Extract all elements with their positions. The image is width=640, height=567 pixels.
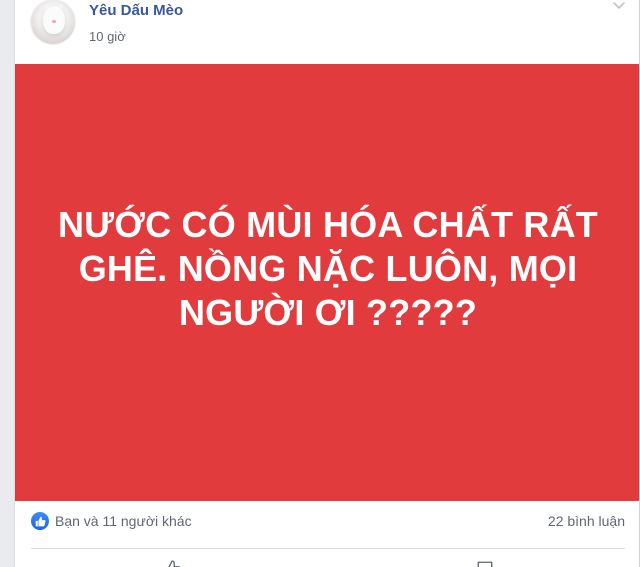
reactions-summary-text: Bạn và 11 người khác <box>55 513 192 529</box>
post-image-text: NƯỚC CÓ MÙI HÓA CHẤT RẤT GHÊ. NỒNG NẶC L… <box>57 203 598 333</box>
page-avatar[interactable] <box>31 0 75 44</box>
comment-count-link[interactable]: 22 bình luận <box>548 513 625 529</box>
reactions-summary[interactable]: Bạn và 11 người khác <box>31 512 192 530</box>
thumbs-up-icon <box>167 560 180 567</box>
post-header: Yêu Dấu Mèo 10 giờ <box>15 0 640 62</box>
like-badge-icon <box>31 512 49 530</box>
thumbs-up-glyph <box>35 516 45 526</box>
comment-button[interactable] <box>328 552 640 567</box>
actions-divider <box>31 548 625 549</box>
feed-post: Yêu Dấu Mèo 10 giờ NƯỚC CÓ MÙI HÓA CHẤT … <box>14 0 640 567</box>
post-timestamp[interactable]: 10 giờ <box>89 29 126 44</box>
avatar-cat-nose <box>52 20 56 23</box>
post-actions-bar <box>15 552 640 567</box>
post-options-button[interactable] <box>611 0 627 12</box>
post-stats-bar: Bạn và 11 người khác 22 bình luận <box>15 501 640 545</box>
chevron-down-icon <box>613 2 625 9</box>
page-name-link[interactable]: Yêu Dấu Mèo <box>89 2 183 19</box>
post-text-image[interactable]: NƯỚC CÓ MÙI HÓA CHẤT RẤT GHÊ. NỒNG NẶC L… <box>15 64 640 501</box>
like-button[interactable] <box>15 552 328 567</box>
comment-icon <box>477 561 492 567</box>
